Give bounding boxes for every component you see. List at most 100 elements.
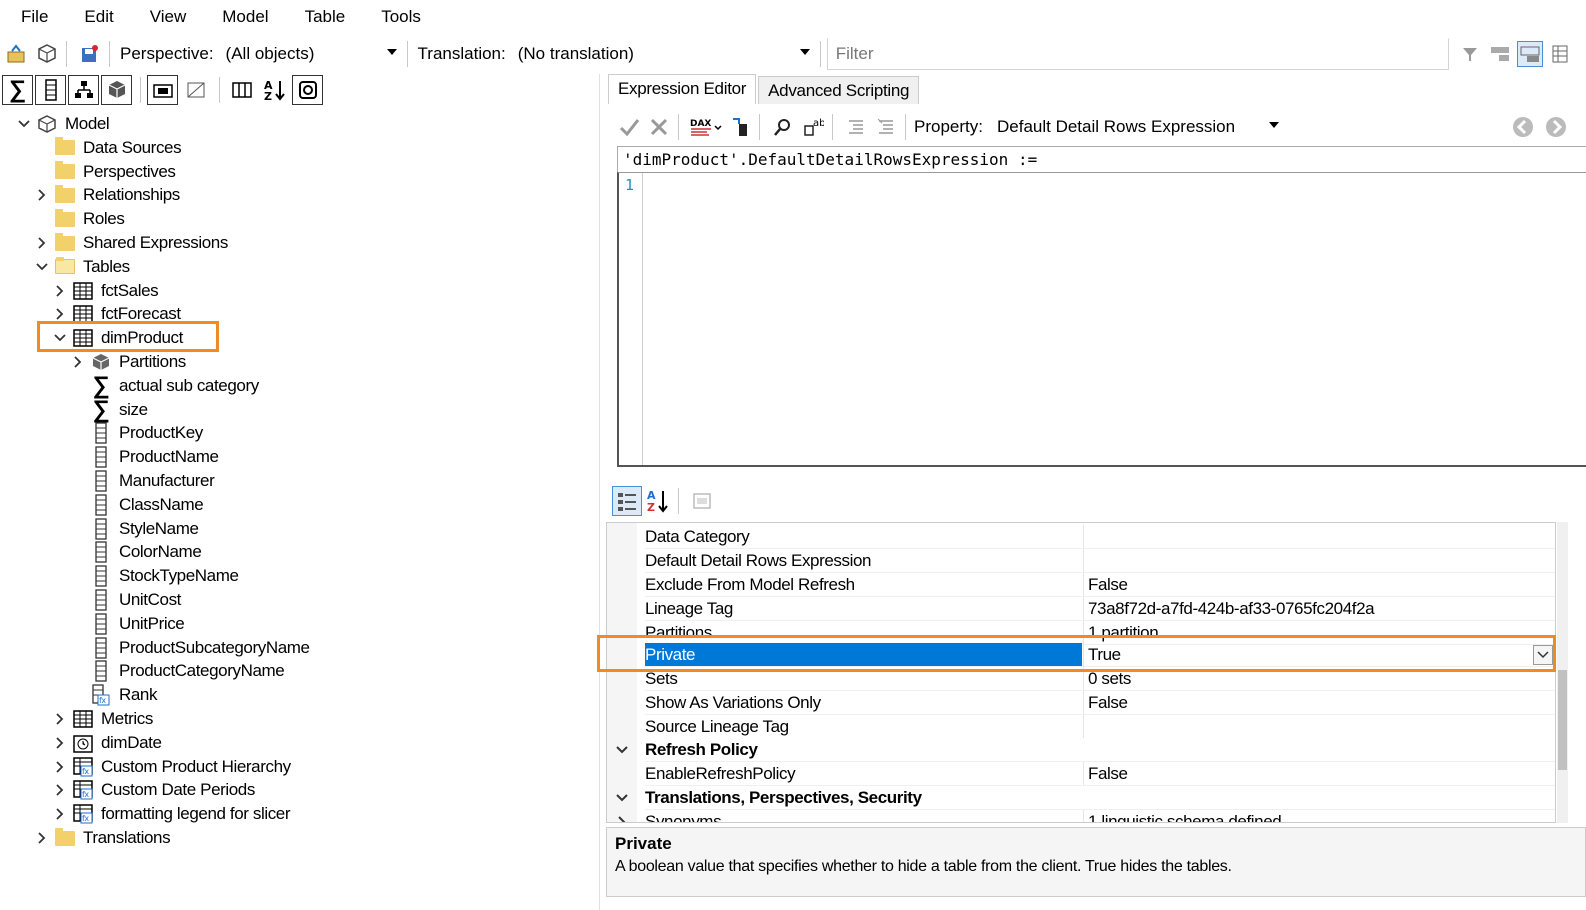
- tree-node-dimdate[interactable]: dimDate: [56, 731, 162, 755]
- show-lineage-button[interactable]: [292, 75, 323, 105]
- property-row[interactable]: Default Detail Rows Expression: [607, 549, 1555, 573]
- property-value[interactable]: False: [1083, 762, 1555, 786]
- funnel-icon[interactable]: [1457, 41, 1483, 67]
- property-value[interactable]: False: [1083, 573, 1555, 597]
- chevron-right-icon[interactable]: [34, 187, 50, 203]
- translation-dropdown[interactable]: (No translation): [518, 39, 814, 69]
- category-translations[interactable]: Translations, Perspectives, Security: [607, 786, 1555, 810]
- property-dropdown[interactable]: Default Detail Rows Expression: [997, 112, 1283, 142]
- show-measures-button[interactable]: ∑: [2, 75, 33, 105]
- sort-alphabetical-icon[interactable]: AZ: [646, 488, 672, 514]
- property-row[interactable]: Exclude From Model Refresh False: [607, 573, 1555, 597]
- tree-node-roles[interactable]: Roles: [54, 207, 125, 231]
- property-row[interactable]: Source Lineage Tag: [607, 715, 1555, 739]
- show-hidden-button[interactable]: [147, 75, 178, 105]
- chevron-down-icon[interactable]: [16, 116, 32, 132]
- open-model-icon[interactable]: [4, 41, 30, 67]
- tree-node-column[interactable]: StyleName: [90, 517, 199, 541]
- tree-node-column[interactable]: StockTypeName: [90, 564, 239, 588]
- tree-node-translations[interactable]: Translations: [38, 826, 171, 850]
- tree-node-column[interactable]: UnitPrice: [90, 612, 185, 636]
- show-columns-button[interactable]: [35, 75, 66, 105]
- chevron-right-icon[interactable]: [52, 735, 68, 751]
- chevron-down-icon[interactable]: [615, 790, 629, 810]
- menu-table[interactable]: Table: [284, 0, 361, 34]
- tab-expression-editor[interactable]: Expression Editor: [608, 74, 757, 104]
- comment-icon[interactable]: [873, 114, 899, 140]
- panel-splitter[interactable]: [599, 74, 600, 910]
- cancel-icon[interactable]: [646, 114, 672, 140]
- tree-node-calculated-column[interactable]: fx Rank: [90, 683, 157, 707]
- tree-node-fctsales[interactable]: fctSales: [56, 279, 159, 303]
- categorized-icon[interactable]: [612, 486, 642, 516]
- show-partitions-button[interactable]: [101, 75, 132, 105]
- tree-node-model[interactable]: Model: [18, 112, 110, 136]
- sort-az-button[interactable]: AZ: [259, 75, 290, 105]
- save-icon[interactable]: [77, 41, 103, 67]
- tree-node-relationships[interactable]: Relationships: [38, 183, 180, 207]
- tree-node-column[interactable]: ProductName: [90, 445, 219, 469]
- accept-icon[interactable]: [616, 114, 642, 140]
- tree-node-data-sources[interactable]: Data Sources: [54, 136, 182, 160]
- property-grid-scrollbar[interactable]: [1557, 522, 1568, 823]
- chevron-right-icon[interactable]: [52, 759, 68, 775]
- chevron-down-icon[interactable]: [34, 259, 50, 275]
- tree-node-custom-product-hierarchy[interactable]: fx Custom Product Hierarchy: [56, 755, 291, 779]
- property-value[interactable]: False: [1083, 691, 1555, 715]
- layout-icon[interactable]: [1487, 41, 1513, 67]
- filter-input[interactable]: Filter: [826, 38, 1449, 70]
- chevron-right-icon[interactable]: [52, 782, 68, 798]
- tree-node-measure[interactable]: ∑ size: [90, 397, 148, 422]
- indent-icon[interactable]: [843, 114, 869, 140]
- chevron-right-icon[interactable]: [52, 283, 68, 299]
- tree-node-measure[interactable]: ∑ actual sub category: [90, 373, 260, 398]
- property-row[interactable]: Show As Variations Only False: [607, 691, 1555, 715]
- property-value[interactable]: [1083, 549, 1555, 573]
- deploy-icon[interactable]: [34, 41, 60, 67]
- chevron-right-icon[interactable]: [52, 806, 68, 822]
- menu-tools[interactable]: Tools: [360, 0, 436, 34]
- property-row[interactable]: EnableRefreshPolicy False: [607, 762, 1555, 786]
- replace-icon[interactable]: ab: [800, 114, 826, 140]
- tree-node-formatting-legend[interactable]: fx formatting legend for slicer: [56, 802, 291, 826]
- scrollbar-thumb[interactable]: [1558, 670, 1567, 770]
- property-value[interactable]: 1 linguistic schema defined: [1083, 810, 1555, 822]
- tree-node-tables[interactable]: Tables: [36, 255, 130, 279]
- menu-model[interactable]: Model: [201, 0, 283, 34]
- tree-node-partitions[interactable]: Partitions: [74, 350, 186, 374]
- property-pages-icon[interactable]: [689, 488, 715, 514]
- menu-view[interactable]: View: [129, 0, 202, 34]
- property-value[interactable]: [1083, 525, 1555, 549]
- dax-format-icon[interactable]: DAX: [689, 114, 723, 140]
- category-refresh-policy[interactable]: Refresh Policy: [607, 738, 1555, 762]
- property-row[interactable]: Lineage Tag 73a8f72d-a7fd-424b-af33-0765…: [607, 597, 1555, 621]
- perspective-dropdown[interactable]: (All objects): [226, 39, 401, 69]
- tree-node-column[interactable]: Manufacturer: [90, 469, 215, 493]
- chevron-right-icon[interactable]: [34, 830, 50, 846]
- menu-file[interactable]: File: [0, 0, 63, 34]
- property-value[interactable]: [1083, 715, 1555, 739]
- chevron-right-icon[interactable]: [52, 306, 68, 322]
- tree-node-perspectives[interactable]: Perspectives: [54, 160, 176, 184]
- chevron-right-icon[interactable]: [615, 814, 629, 822]
- grid-view-icon[interactable]: [1547, 41, 1573, 67]
- tree-node-column[interactable]: ColorName: [90, 540, 202, 564]
- property-row[interactable]: Synonyms 1 linguistic schema defined: [607, 810, 1555, 822]
- tree-node-custom-date-periods[interactable]: fx Custom Date Periods: [56, 778, 255, 802]
- toggle-panel-icon[interactable]: [1516, 41, 1543, 67]
- tab-advanced-scripting[interactable]: Advanced Scripting: [758, 76, 920, 104]
- back-icon[interactable]: [1510, 114, 1536, 140]
- deploy-formula-icon[interactable]: [727, 114, 753, 140]
- expression-code-editor[interactable]: 1: [617, 172, 1586, 467]
- chevron-right-icon[interactable]: [34, 235, 50, 251]
- forward-icon[interactable]: [1543, 114, 1569, 140]
- show-info-button[interactable]: [180, 75, 211, 105]
- tree-node-column[interactable]: ClassName: [90, 493, 204, 517]
- menu-edit[interactable]: Edit: [63, 0, 128, 34]
- chevron-right-icon[interactable]: [52, 711, 68, 727]
- chevron-down-icon[interactable]: [615, 742, 629, 762]
- tree-node-metrics[interactable]: Metrics: [56, 707, 153, 731]
- columns-view-button[interactable]: [226, 75, 257, 105]
- find-icon[interactable]: [770, 114, 796, 140]
- chevron-right-icon[interactable]: [70, 354, 86, 370]
